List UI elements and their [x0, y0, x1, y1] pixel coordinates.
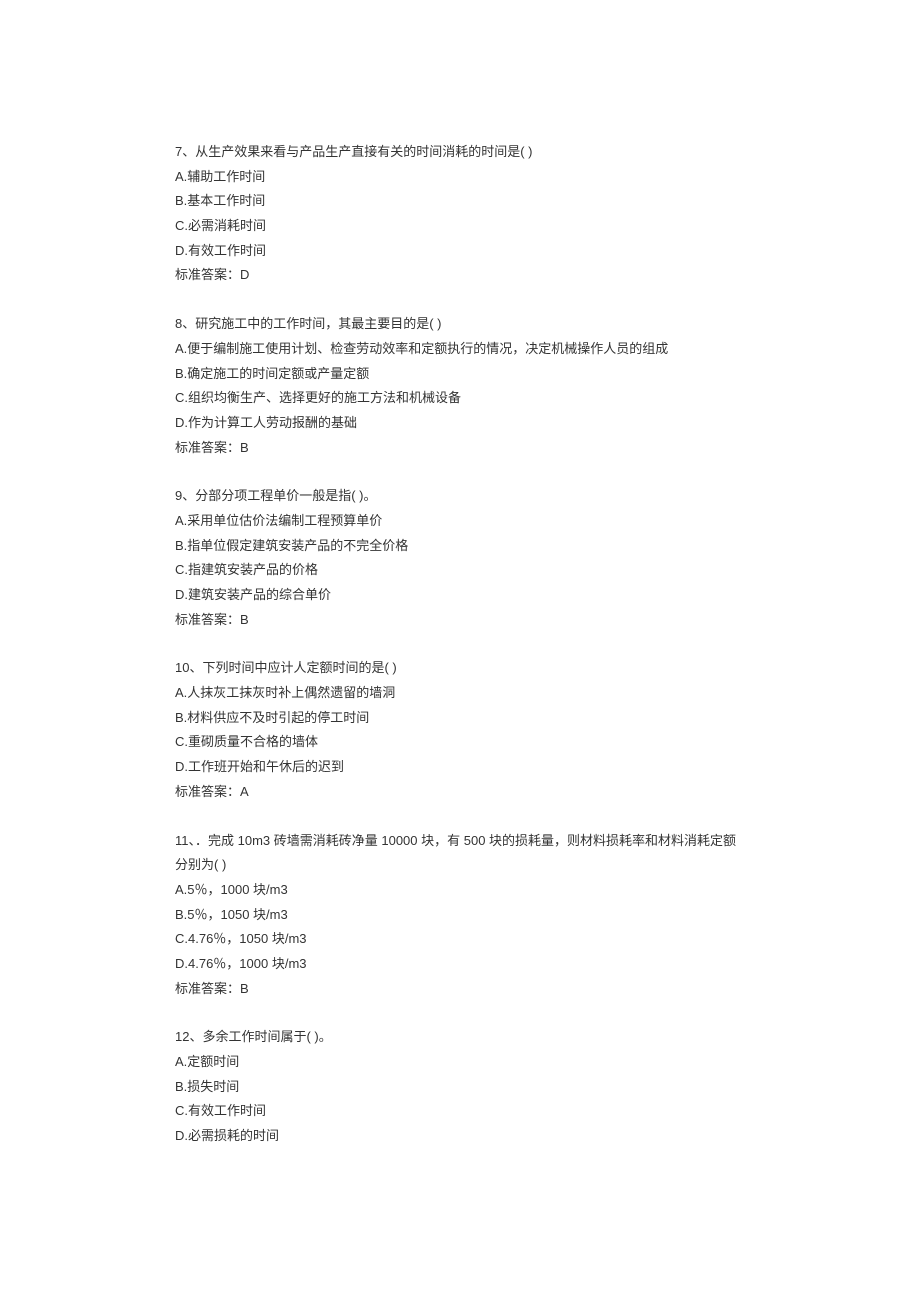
question-stem: 11、．完成 10m3 砖墙需消耗砖净量 10000 块，有 500 块的损耗量…: [175, 829, 745, 878]
question-stem: 10、下列时间中应计人定额时间的是( ): [175, 656, 745, 681]
question-block: 8、研究施工中的工作时间，其最主要目的是( ) A.便于编制施工使用计划、检查劳…: [175, 312, 745, 460]
question-text: 多余工作时间属于( )。: [202, 1029, 331, 1044]
answer-label: 标准答案：: [175, 784, 240, 799]
question-number: 11、: [175, 833, 195, 848]
answer-label: 标准答案：: [175, 440, 240, 455]
question-text: 分部分项工程单价一般是指( )。: [195, 488, 376, 503]
question-number: 7、: [175, 144, 195, 159]
answer-value: A: [240, 784, 249, 799]
question-stem: 9、分部分项工程单价一般是指( )。: [175, 484, 745, 509]
question-option: C.重砌质量不合格的墙体: [175, 730, 745, 755]
answer-line: 标准答案：D: [175, 263, 745, 288]
answer-value: B: [240, 612, 249, 627]
question-number: 8、: [175, 316, 195, 331]
question-number: 10、: [175, 660, 202, 675]
question-option: A.采用单位估价法编制工程预算单价: [175, 509, 745, 534]
question-option: B.损失时间: [175, 1075, 745, 1100]
question-option: C.组织均衡生产、选择更好的施工方法和机械设备: [175, 386, 745, 411]
question-option: A.5％，1000 块/m3: [175, 878, 745, 903]
answer-label: 标准答案：: [175, 267, 240, 282]
question-block: 7、从生产效果来看与产品生产直接有关的时间消耗的时间是( ) A.辅助工作时间 …: [175, 140, 745, 288]
question-stem: 8、研究施工中的工作时间，其最主要目的是( ): [175, 312, 745, 337]
question-option: B.指单位假定建筑安装产品的不完全价格: [175, 534, 745, 559]
question-text: 从生产效果来看与产品生产直接有关的时间消耗的时间是( ): [195, 144, 532, 159]
question-option: B.确定施工的时间定额或产量定额: [175, 362, 745, 387]
question-text: ．完成 10m3 砖墙需消耗砖净量 10000 块，有 500 块的损耗量，则材…: [175, 833, 736, 873]
answer-line: 标准答案：B: [175, 608, 745, 633]
answer-value: B: [240, 981, 249, 996]
question-option: D.作为计算工人劳动报酬的基础: [175, 411, 745, 436]
question-block: 9、分部分项工程单价一般是指( )。 A.采用单位估价法编制工程预算单价 B.指…: [175, 484, 745, 632]
question-option: A.便于编制施工使用计划、检查劳动效率和定额执行的情况，决定机械操作人员的组成: [175, 337, 745, 362]
question-number: 9、: [175, 488, 195, 503]
question-option: B.材料供应不及时引起的停工时间: [175, 706, 745, 731]
question-block: 11、．完成 10m3 砖墙需消耗砖净量 10000 块，有 500 块的损耗量…: [175, 829, 745, 1002]
answer-label: 标准答案：: [175, 981, 240, 996]
question-option: B.5％，1050 块/m3: [175, 903, 745, 928]
question-option: D.建筑安装产品的综合单价: [175, 583, 745, 608]
question-text: 研究施工中的工作时间，其最主要目的是( ): [195, 316, 441, 331]
question-option: C.有效工作时间: [175, 1099, 745, 1124]
question-option: D.工作班开始和午休后的迟到: [175, 755, 745, 780]
question-stem: 12、多余工作时间属于( )。: [175, 1025, 745, 1050]
question-option: D.有效工作时间: [175, 239, 745, 264]
question-option: A.人抹灰工抹灰时补上偶然遗留的墙洞: [175, 681, 745, 706]
question-block: 12、多余工作时间属于( )。 A.定额时间 B.损失时间 C.有效工作时间 D…: [175, 1025, 745, 1148]
answer-value: D: [240, 267, 249, 282]
answer-label: 标准答案：: [175, 612, 240, 627]
question-option: A.辅助工作时间: [175, 165, 745, 190]
question-option: C.必需消耗时间: [175, 214, 745, 239]
answer-value: B: [240, 440, 249, 455]
question-option: D.4.76％，1000 块/m3: [175, 952, 745, 977]
question-block: 10、下列时间中应计人定额时间的是( ) A.人抹灰工抹灰时补上偶然遗留的墙洞 …: [175, 656, 745, 804]
answer-line: 标准答案：B: [175, 977, 745, 1002]
question-option: B.基本工作时间: [175, 189, 745, 214]
question-option: C.指建筑安装产品的价格: [175, 558, 745, 583]
document-page: 7、从生产效果来看与产品生产直接有关的时间消耗的时间是( ) A.辅助工作时间 …: [0, 0, 920, 1253]
answer-line: 标准答案：A: [175, 780, 745, 805]
question-option: C.4.76％，1050 块/m3: [175, 927, 745, 952]
question-number: 12、: [175, 1029, 202, 1044]
question-stem: 7、从生产效果来看与产品生产直接有关的时间消耗的时间是( ): [175, 140, 745, 165]
answer-line: 标准答案：B: [175, 436, 745, 461]
question-option: D.必需损耗的时间: [175, 1124, 745, 1149]
question-option: A.定额时间: [175, 1050, 745, 1075]
question-text: 下列时间中应计人定额时间的是( ): [202, 660, 396, 675]
